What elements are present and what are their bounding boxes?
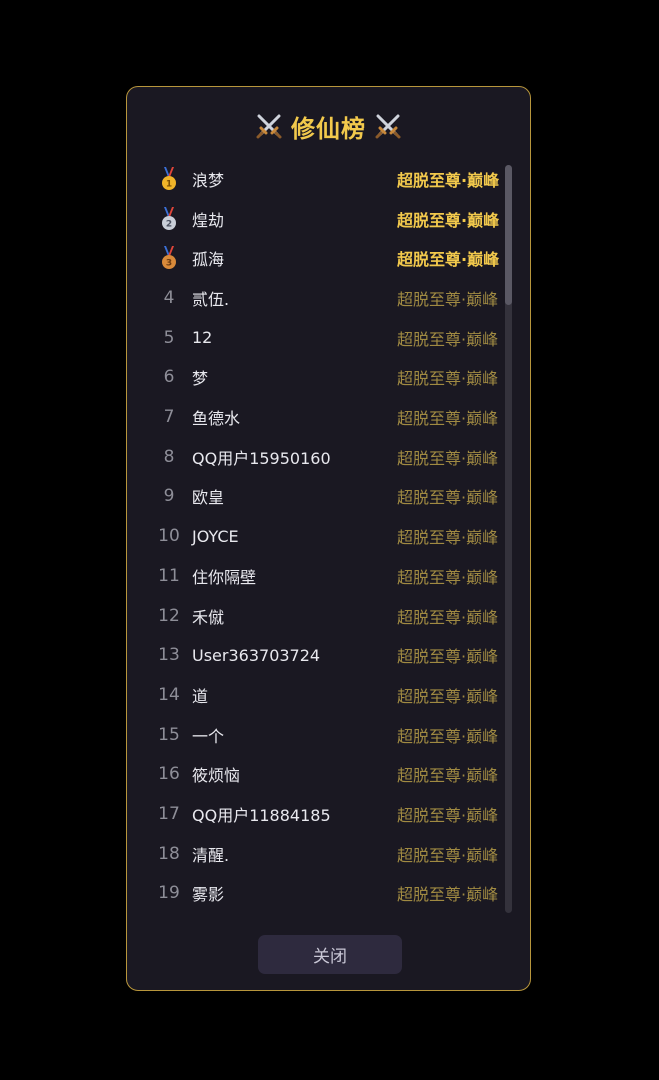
list-item[interactable]: 19 雾影 超脱至尊·巅峰: [127, 874, 509, 907]
list-item[interactable]: 9 欧皇 超脱至尊·巅峰: [127, 477, 509, 517]
scrollbar-thumb[interactable]: [505, 165, 512, 305]
list-item[interactable]: 13 User363703724 超脱至尊·巅峰: [127, 635, 509, 675]
rank-number: 18: [158, 843, 180, 864]
leaderboard-list[interactable]: 1 浪梦 超脱至尊·巅峰 2 煌劫 超脱至尊·巅峰 3 孤海 超脱至尊·巅峰 4 贰伍. 超脱至尊·巅…: [127, 159, 509, 907]
cultivation-title: 超脱至尊·巅峰: [397, 806, 499, 826]
list-item[interactable]: 18 清醒. 超脱至尊·巅峰: [127, 834, 509, 874]
player-name: 梦: [192, 369, 209, 389]
list-item[interactable]: 12 禾僦 超脱至尊·巅峰: [127, 596, 509, 636]
rank-number: 7: [163, 407, 175, 428]
player-name: 鱼德水: [192, 409, 241, 429]
gold-medal-icon: 1: [162, 167, 176, 190]
list-item[interactable]: 7 鱼德水 超脱至尊·巅峰: [127, 397, 509, 437]
rank-number: 9: [163, 486, 175, 507]
rank-number: 8: [163, 446, 175, 467]
player-name: 清醒.: [192, 845, 230, 865]
player-name: JOYCE: [192, 526, 239, 546]
cultivation-title: 超脱至尊·巅峰: [397, 607, 499, 627]
cultivation-title: 超脱至尊·巅峰: [397, 448, 499, 468]
bronze-medal-icon: 3: [162, 246, 176, 270]
rank-number: 15: [158, 724, 180, 745]
page-title: 修仙榜: [291, 114, 366, 143]
cultivation-title: 超脱至尊·巅峰: [397, 726, 499, 746]
list-item[interactable]: 10 JOYCE 超脱至尊·巅峰: [127, 516, 509, 556]
rank-number: 10: [158, 526, 180, 547]
silver-medal-icon: 2: [162, 206, 176, 230]
list-item[interactable]: 17 QQ用户11884185 超脱至尊·巅峰: [127, 794, 509, 834]
rank-number: 4: [163, 287, 175, 308]
list-item[interactable]: 1 浪梦 超脱至尊·巅峰: [127, 159, 509, 199]
close-button[interactable]: 关闭: [258, 935, 402, 974]
title-row: 修仙榜: [127, 109, 530, 143]
player-name: 贰伍.: [192, 289, 230, 309]
svg-text:3: 3: [166, 259, 172, 269]
leaderboard-modal: 修仙榜 1 浪梦 超脱至尊·巅峰 2 煌劫 超脱至尊·巅峰 3 孤海 超脱至尊·巅峰 4 贰伍. 超脱…: [126, 86, 531, 991]
player-name: 欧皇: [192, 488, 225, 508]
rank-number: 16: [158, 764, 180, 785]
crossed-swords-icon: [256, 114, 282, 139]
player-name: 禾僦: [192, 607, 225, 627]
rank-number: 17: [158, 804, 180, 825]
list-item[interactable]: 11 住你隔壁 超脱至尊·巅峰: [127, 556, 509, 596]
list-item[interactable]: 16 筱烦恼 超脱至尊·巅峰: [127, 755, 509, 795]
rank-number: 19: [158, 883, 180, 904]
cultivation-title: 超脱至尊·巅峰: [397, 647, 499, 667]
player-name: 筱烦恼: [192, 766, 241, 786]
cultivation-title: 超脱至尊·巅峰: [397, 369, 499, 389]
cultivation-title: 超脱至尊·巅峰: [397, 329, 499, 349]
cultivation-title: 超脱至尊·巅峰: [397, 250, 500, 270]
svg-text:1: 1: [166, 180, 172, 190]
list-item[interactable]: 5 12 超脱至尊·巅峰: [127, 318, 509, 358]
player-name: 12: [192, 328, 213, 348]
crossed-swords-icon: [375, 114, 401, 139]
cultivation-title: 超脱至尊·巅峰: [397, 409, 499, 429]
player-name: 住你隔壁: [192, 567, 257, 587]
player-name: 道: [192, 686, 209, 706]
list-item[interactable]: 14 道 超脱至尊·巅峰: [127, 675, 509, 715]
svg-text:2: 2: [166, 219, 172, 229]
cultivation-title: 超脱至尊·巅峰: [397, 170, 500, 190]
cultivation-title: 超脱至尊·巅峰: [397, 766, 499, 786]
rank-number: 5: [163, 327, 175, 348]
cultivation-title: 超脱至尊·巅峰: [397, 210, 500, 230]
player-name: 雾影: [192, 885, 225, 905]
cultivation-title: 超脱至尊·巅峰: [397, 488, 499, 508]
list-item[interactable]: 15 一个 超脱至尊·巅峰: [127, 715, 509, 755]
cultivation-title: 超脱至尊·巅峰: [397, 567, 499, 587]
player-name: 煌劫: [192, 210, 225, 230]
scrollbar-track[interactable]: [505, 165, 512, 913]
rank-number: 12: [158, 605, 180, 626]
list-item[interactable]: 6 梦 超脱至尊·巅峰: [127, 358, 509, 398]
player-name: QQ用户15950160: [192, 448, 331, 468]
player-name: QQ用户11884185: [192, 806, 331, 826]
list-item[interactable]: 2 煌劫 超脱至尊·巅峰: [127, 199, 509, 239]
rank-number: 14: [158, 684, 180, 705]
cultivation-title: 超脱至尊·巅峰: [397, 528, 499, 548]
cultivation-title: 超脱至尊·巅峰: [397, 289, 499, 309]
list-item[interactable]: 4 贰伍. 超脱至尊·巅峰: [127, 278, 509, 318]
cultivation-title: 超脱至尊·巅峰: [397, 885, 499, 905]
player-name: 孤海: [192, 250, 225, 270]
player-name: 浪梦: [192, 170, 225, 190]
rank-number: 13: [158, 645, 180, 666]
cultivation-title: 超脱至尊·巅峰: [397, 845, 499, 865]
rank-number: 6: [163, 367, 175, 388]
cultivation-title: 超脱至尊·巅峰: [397, 686, 499, 706]
rank-number: 11: [158, 565, 180, 586]
player-name: 一个: [192, 726, 225, 746]
list-item[interactable]: 8 QQ用户15950160 超脱至尊·巅峰: [127, 437, 509, 477]
player-name: User363703724: [192, 645, 321, 665]
list-item[interactable]: 3 孤海 超脱至尊·巅峰: [127, 238, 509, 278]
